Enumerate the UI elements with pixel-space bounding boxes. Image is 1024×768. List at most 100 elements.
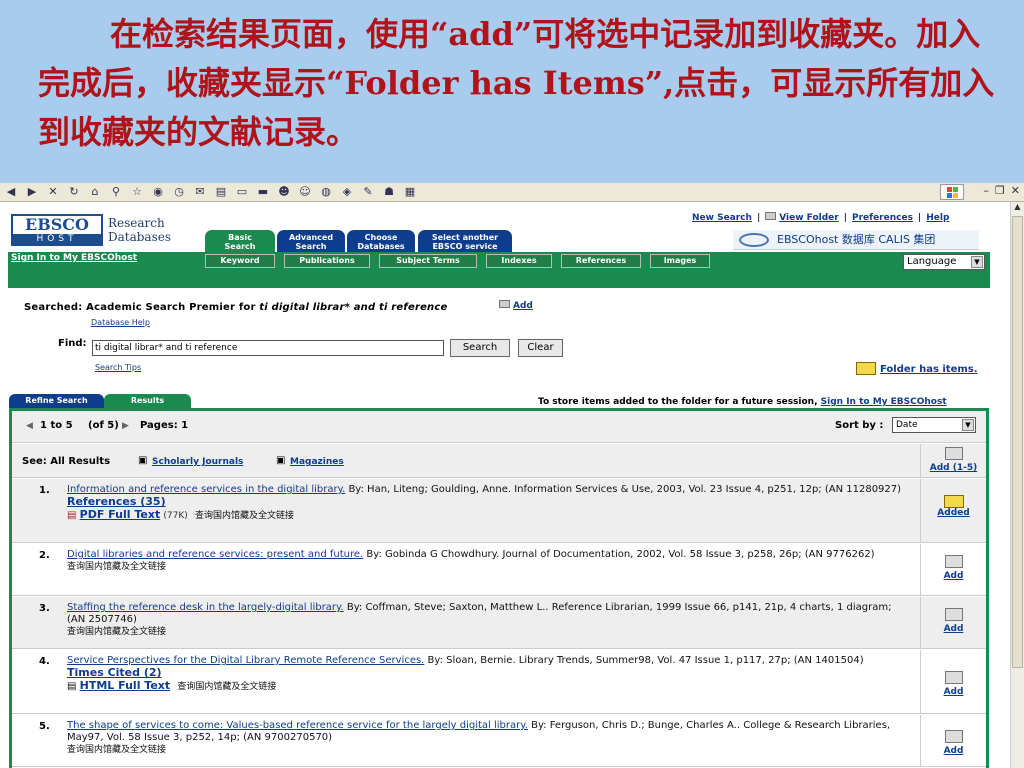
subtab-subject-terms[interactable]: Subject Terms [379,254,477,268]
scroll-up-icon[interactable]: ▲ [1011,202,1024,214]
subtab-indexes[interactable]: Indexes [486,254,552,268]
sort-select[interactable]: Date ▼ [892,417,976,433]
holdings-link[interactable]: 查询国内馆藏及全文链接 [177,682,276,692]
result-title-link[interactable]: Information and reference services in th… [67,484,345,495]
view-folder-link[interactable]: View Folder [779,213,838,223]
add-all-button[interactable]: Add (1-5) [920,444,986,478]
result-title-link[interactable]: Service Perspectives for the Digital Lib… [67,655,424,666]
signin-link[interactable]: Sign In to My EBSCOhost [11,253,137,263]
see-filter-bar: See: All Results ▣ Scholarly Journals ▣ … [12,444,920,478]
edit-icon[interactable]: ▭ [235,185,249,199]
search-icon[interactable]: ⚲ [109,185,123,199]
favorites-icon[interactable]: ☆ [130,185,144,199]
prev-arrow-icon[interactable]: ◀ [26,421,33,431]
preferences-link[interactable]: Preferences [852,213,913,223]
tab-select-service[interactable]: Select another EBSCO service [418,230,512,252]
slide-caption-text: 在检索结果页面，使用“add”可将选中记录加到收藏夹。加入完成后，收藏夹显示“F… [38,15,995,151]
dropdown-arrow-icon: ▼ [971,256,983,268]
history-icon[interactable]: ◷ [172,185,186,199]
result-citation: Staffing the reference desk in the large… [67,602,892,637]
sort-label: Sort by : [835,420,884,431]
add-button[interactable]: Add [920,715,986,766]
help-link[interactable]: Help [926,213,949,223]
tools-icon[interactable]: ✎ [361,185,375,199]
add-button[interactable]: Add [920,597,986,648]
back-icon[interactable]: ◀ [4,185,18,199]
database-help-link[interactable]: Database Help [91,318,150,327]
nav-bar: Sign In to My EBSCOhost Keyword Publicat… [8,252,990,288]
folder-icon [944,730,963,743]
see-all-results: See: All Results [22,456,111,467]
vertical-scrollbar[interactable]: ▲ [1010,202,1024,768]
find-label: Find: [58,338,87,349]
searched-summary: Searched: Academic Search Premier for ti… [24,302,448,313]
restore-icon[interactable]: ❐ [995,184,1005,197]
references-link[interactable]: References (35) [67,495,166,508]
close-icon[interactable]: ✕ [1011,184,1020,197]
subtab-publications[interactable]: Publications [284,254,370,268]
tab-choose-databases[interactable]: Choose Databases [347,230,415,252]
result-title-link[interactable]: Staffing the reference desk in the large… [67,602,344,613]
search-button[interactable]: Search [450,339,510,357]
folder-icon [765,212,777,220]
forward-icon[interactable]: ▶ [25,185,39,199]
find-input[interactable]: ti digital librar* and ti reference [92,340,444,356]
holdings-link[interactable]: 查询国内馆藏及全文链接 [195,511,294,521]
scholarly-journals-link[interactable]: Scholarly Journals [152,457,243,467]
calis-logo-icon [739,233,769,247]
stop-icon[interactable]: ✕ [46,185,60,199]
pdf-icon: ▤ [67,510,77,521]
add-button[interactable]: Add [920,650,986,713]
print-icon[interactable]: ▤ [214,185,228,199]
windows-logo-icon [940,184,964,200]
media-icon[interactable]: ◉ [151,185,165,199]
tab-refine-search[interactable]: Refine Search [9,394,104,408]
user-icon[interactable]: ☗ [382,185,396,199]
holdings-link[interactable]: 查询国内馆藏及全文链接 [67,745,166,755]
add-search-link[interactable]: Add [499,300,533,311]
pdf-full-text-link[interactable]: PDF Full Text [80,508,161,521]
subtab-images[interactable]: Images [650,254,710,268]
refresh-icon[interactable]: ↻ [67,185,81,199]
result-title-link[interactable]: The shape of services to come: Values-ba… [67,720,528,731]
mail-icon[interactable]: ✉ [193,185,207,199]
ebsco-logo[interactable]: EBSCO HOST [11,214,103,246]
result-row: 4. Service Perspectives for the Digital … [12,650,986,714]
folder-icon [499,300,510,308]
next-arrow-icon[interactable]: ▶ [122,421,129,431]
folder-icon [944,555,963,568]
html-full-text-link[interactable]: HTML Full Text [80,679,171,692]
folder-has-items-link[interactable]: Folder has items. [852,362,978,375]
result-row: 5. The shape of services to come: Values… [12,715,986,767]
home-icon[interactable]: ⌂ [88,185,102,199]
tab-advanced-search[interactable]: Advanced Search [277,230,345,252]
globe-icon[interactable]: ◍ [319,185,333,199]
folder-icon[interactable]: ▬ [256,185,270,199]
subtab-references[interactable]: References [561,254,641,268]
scroll-thumb[interactable] [1012,216,1023,668]
magazines-link[interactable]: Magazines [290,457,344,467]
subtab-keyword[interactable]: Keyword [205,254,275,268]
calculator-icon[interactable]: ▦ [403,185,417,199]
store-signin-link[interactable]: Sign In to My EBSCOhost [821,397,947,407]
clear-button[interactable]: Clear [518,339,563,357]
slide-root: 在检索结果页面，使用“add”可将选中记录加到收藏夹。加入完成后，收藏夹显示“F… [0,0,1024,768]
result-title-link[interactable]: Digital libraries and reference services… [67,549,363,560]
dropdown-arrow-icon: ▼ [962,419,974,431]
added-button[interactable]: Added [920,479,986,542]
times-cited-link[interactable]: Times Cited (2) [67,666,162,679]
smiley-icon[interactable]: ☺ [298,185,312,199]
holdings-link[interactable]: 查询国内馆藏及全文链接 [67,562,166,572]
messenger-icon[interactable]: ☻ [277,185,291,199]
tab-basic-search[interactable]: Basic Search [205,230,275,252]
slide-caption-panel: 在检索结果页面，使用“add”可将选中记录加到收藏夹。加入完成后，收藏夹显示“F… [0,0,1024,183]
minimize-icon[interactable]: – [983,184,989,197]
add-button[interactable]: Add [920,544,986,595]
tab-results[interactable]: Results [104,394,191,408]
holdings-link[interactable]: 查询国内馆藏及全文链接 [67,627,166,637]
new-search-link[interactable]: New Search [692,213,752,223]
search-tips-link[interactable]: Search Tips [95,363,141,372]
folder-icon [944,447,963,460]
translate-icon[interactable]: ◈ [340,185,354,199]
language-select[interactable]: Language ▼ [903,254,985,270]
